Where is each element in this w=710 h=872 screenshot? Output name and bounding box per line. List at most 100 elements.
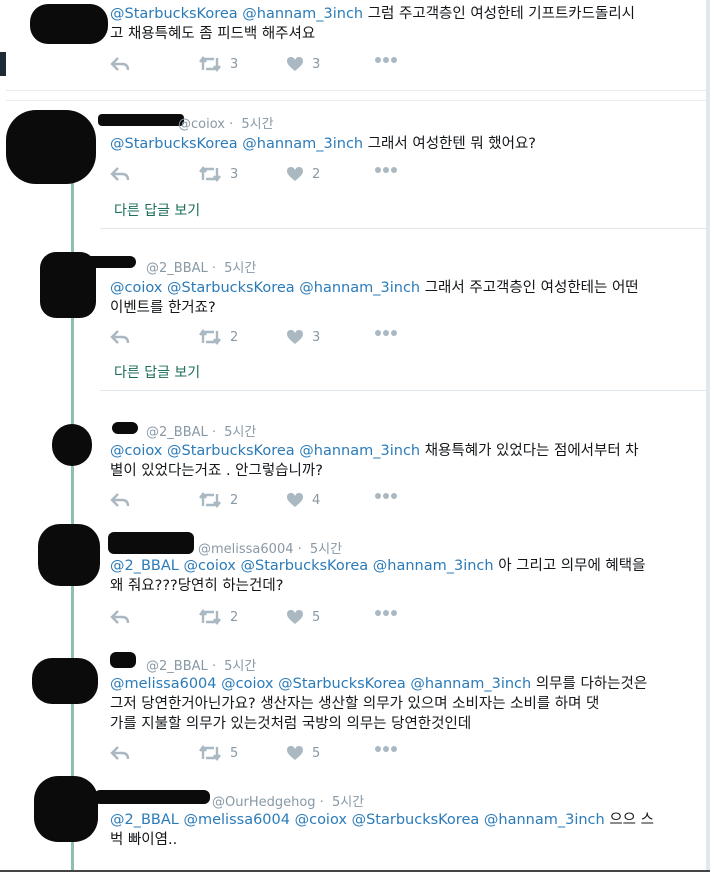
more-options-button[interactable] — [374, 166, 398, 174]
mention-link[interactable]: @hannam_3inch — [299, 443, 420, 459]
tweet-header: @2_BBAL · 5시간 — [146, 261, 257, 276]
mention-link[interactable]: @hannam_3inch — [410, 676, 531, 692]
mention-link[interactable]: @coiox — [110, 280, 162, 296]
retweet-button[interactable]: 2 — [198, 492, 238, 508]
retweet-button[interactable]: 3 — [198, 56, 238, 72]
tweet-text: @2_BBAL @melissa6004 @coiox @StarbucksKo… — [110, 810, 700, 850]
mention-link[interactable]: @melissa6004 — [183, 812, 290, 828]
mention-link[interactable]: @coiox — [183, 558, 235, 574]
redacted-avatar — [32, 658, 98, 704]
tweet-text: @melissa6004 @coiox @StarbucksKorea @han… — [110, 674, 702, 734]
user-handle[interactable]: @2_BBAL — [146, 261, 208, 276]
like-button[interactable]: 5 — [286, 745, 320, 761]
tweet-text: @coiox @StarbucksKorea @hannam_3inch 채용특… — [110, 441, 700, 481]
retweet-icon — [199, 56, 221, 72]
mention-link[interactable]: @hannam_3inch — [299, 280, 420, 296]
user-handle[interactable]: @coiox — [178, 117, 225, 132]
timestamp[interactable]: 5시간 — [224, 425, 256, 440]
reply-button[interactable] — [110, 609, 130, 625]
scrollbar-track[interactable] — [706, 0, 710, 872]
divider — [100, 228, 706, 229]
mention-link[interactable]: @coiox — [295, 812, 347, 828]
redacted-name — [112, 422, 138, 434]
tweet-actions: 2 3 — [110, 329, 430, 349]
tweet-actions: 2 4 — [110, 492, 430, 512]
redacted-name — [66, 256, 136, 268]
mention-link[interactable]: @2_BBAL — [110, 558, 179, 574]
like-button[interactable]: 3 — [286, 329, 320, 345]
timestamp[interactable]: 5시간 — [241, 117, 273, 132]
retweet-icon — [199, 492, 221, 508]
more-options-button[interactable] — [374, 329, 398, 337]
redacted-avatar — [30, 4, 108, 44]
tweet-text: @StarbucksKorea @hannam_3inch 그래서 여성한텐 뭐… — [110, 134, 700, 154]
like-icon — [287, 330, 303, 344]
show-more-replies-link[interactable]: 다른 답글 보기 — [114, 200, 200, 220]
mention-link[interactable]: @StarbucksKorea — [110, 136, 238, 152]
mention-link[interactable]: @melissa6004 — [110, 676, 217, 692]
reply-button[interactable] — [110, 166, 130, 182]
reply-button[interactable] — [110, 745, 130, 761]
like-icon — [287, 746, 303, 760]
more-options-button[interactable] — [374, 745, 398, 753]
like-count: 3 — [312, 329, 321, 345]
like-button[interactable]: 5 — [286, 609, 320, 625]
user-handle[interactable]: @melissa6004 — [198, 542, 293, 557]
mention-link[interactable]: @StarbucksKorea — [110, 6, 238, 22]
user-handle[interactable]: @2_BBAL — [146, 425, 208, 440]
retweet-button[interactable]: 5 — [198, 745, 238, 761]
mention-link[interactable]: @StarbucksKorea — [167, 280, 295, 296]
reply-icon — [110, 167, 130, 181]
timestamp[interactable]: 5시간 — [310, 542, 342, 557]
tweet-text: @coiox @StarbucksKorea @hannam_3inch 그래서… — [110, 278, 700, 318]
more-options-button[interactable] — [374, 492, 398, 500]
more-options-button[interactable] — [374, 56, 398, 64]
timestamp[interactable]: 5시간 — [332, 795, 364, 810]
retweet-button[interactable]: 2 — [198, 329, 238, 345]
redacted-avatar — [6, 110, 96, 184]
timestamp[interactable]: 5시간 — [224, 261, 256, 276]
mention-link[interactable]: @StarbucksKorea — [352, 812, 480, 828]
reply-button[interactable] — [110, 56, 130, 72]
retweet-count: 3 — [230, 56, 239, 72]
more-icon — [375, 330, 397, 336]
mention-link[interactable]: @StarbucksKorea — [278, 676, 406, 692]
mention-link[interactable]: @StarbucksKorea — [167, 443, 295, 459]
timestamp[interactable]: 5시간 — [224, 659, 256, 674]
tweet-body-line: 가를 지불할 의무가 있는것처럼 국방의 의무는 당연한것인데 — [110, 716, 472, 732]
like-count: 2 — [312, 166, 321, 182]
retweet-count: 5 — [230, 745, 239, 761]
redacted-name — [110, 652, 136, 668]
more-icon — [375, 610, 397, 616]
like-button[interactable]: 2 — [286, 166, 320, 182]
more-icon — [375, 57, 397, 63]
mention-link[interactable]: @2_BBAL — [110, 812, 179, 828]
mention-link[interactable]: @coiox — [110, 443, 162, 459]
reply-icon — [110, 610, 130, 624]
tweet-body-line: 그저 당연한거아닌가요? 생산자는 생산할 의무가 있으며 소비자는 소비를 하… — [110, 696, 600, 712]
mention-link[interactable]: @StarbucksKorea — [240, 558, 368, 574]
mention-link[interactable]: @hannam_3inch — [373, 558, 494, 574]
redacted-avatar — [34, 776, 98, 842]
tweet-body-line: 벅 빠이염.. — [110, 832, 178, 848]
tweet-body-line: 그럼 주고객층인 여성한테 기프트카드돌리시 — [367, 6, 636, 22]
tweet-body-line: 그래서 여성한텐 뭐 했어요? — [367, 136, 536, 152]
user-handle[interactable]: @OurHedgehog — [212, 795, 316, 810]
reply-button[interactable] — [110, 329, 130, 345]
mention-link[interactable]: @hannam_3inch — [484, 812, 605, 828]
user-handle[interactable]: @2_BBAL — [146, 659, 208, 674]
like-button[interactable]: 3 — [286, 56, 320, 72]
retweet-count: 2 — [230, 609, 239, 625]
mention-link[interactable]: @hannam_3inch — [242, 136, 363, 152]
mention-link[interactable]: @coiox — [221, 676, 273, 692]
tweet-actions: 5 5 — [110, 745, 430, 765]
like-button[interactable]: 4 — [286, 492, 320, 508]
more-options-button[interactable] — [374, 609, 398, 617]
mention-link[interactable]: @hannam_3inch — [242, 6, 363, 22]
show-more-replies-link[interactable]: 다른 답글 보기 — [114, 362, 200, 382]
retweet-button[interactable]: 3 — [198, 166, 238, 182]
reply-button[interactable] — [110, 492, 130, 508]
retweet-icon — [199, 329, 221, 345]
redacted-avatar — [52, 424, 92, 466]
retweet-button[interactable]: 2 — [198, 609, 238, 625]
